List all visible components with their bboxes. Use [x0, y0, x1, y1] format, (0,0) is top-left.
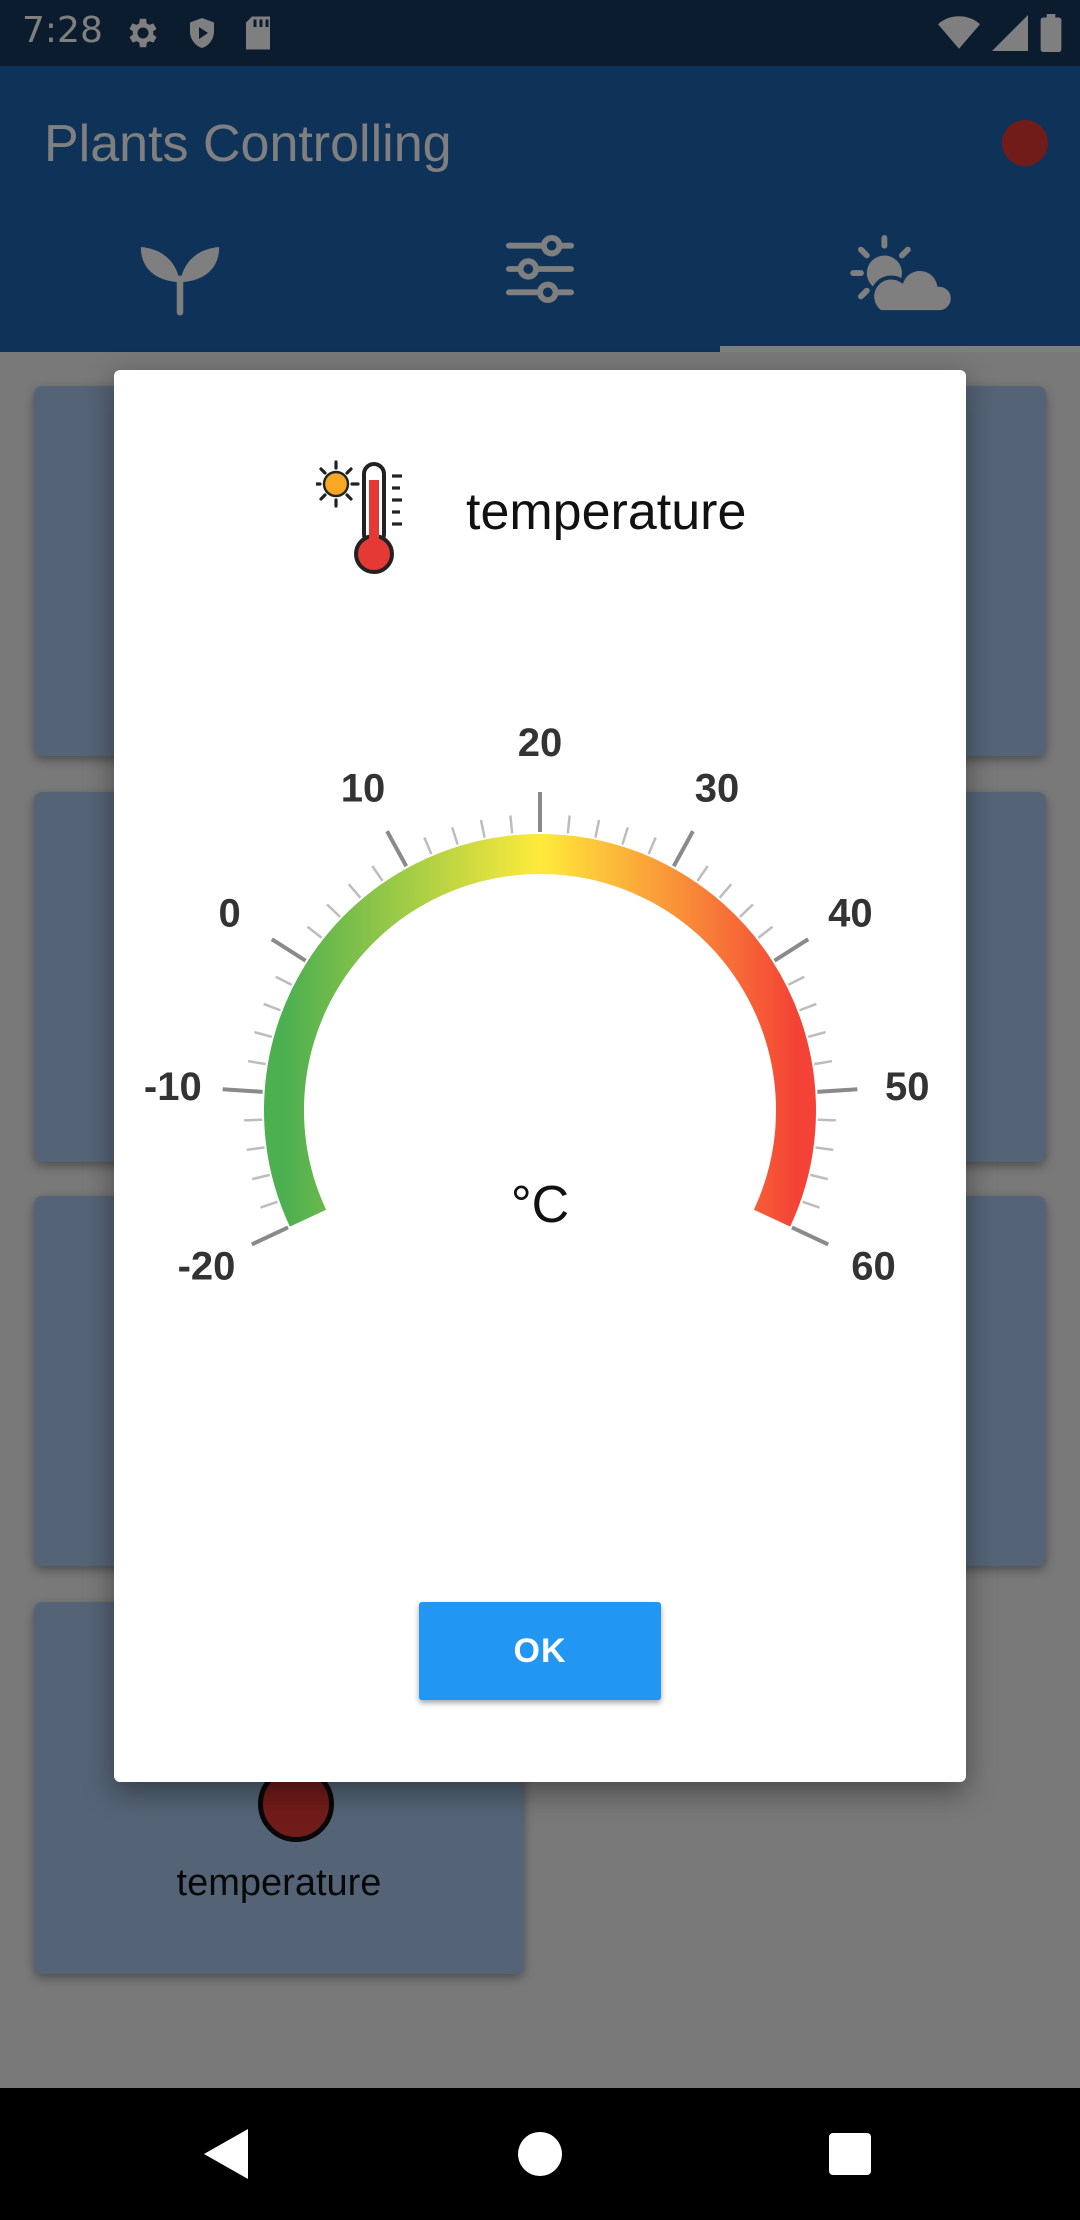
gauge-minor-tick — [757, 925, 774, 939]
gauge-minor-tick — [509, 815, 514, 834]
gauge-tick-label: 30 — [695, 766, 740, 810]
gauge-tick-label: 40 — [828, 891, 873, 935]
gauge-major-tick — [671, 830, 695, 868]
gauge-minor-tick — [260, 1200, 278, 1209]
gauge-minor-tick — [251, 1173, 270, 1181]
gauge-minor-tick — [787, 975, 805, 986]
gauge-minor-tick — [621, 826, 629, 845]
gauge-minor-tick — [799, 1002, 817, 1012]
gauge-minor-tick — [647, 837, 657, 855]
gauge-major-tick — [773, 937, 810, 963]
gauge-unit-label: °C — [511, 1176, 569, 1234]
gauge-minor-tick — [739, 903, 754, 918]
gauge-minor-tick — [594, 819, 601, 838]
gauge-major-tick — [817, 1087, 858, 1094]
gauge-minor-tick — [247, 1059, 267, 1066]
gauge-minor-tick — [347, 883, 362, 899]
gauge-minor-tick — [817, 1118, 836, 1122]
temperature-gauge: -20 -10 0 10 20 30 40 50 60 °C — [144, 721, 930, 1289]
gauge-minor-tick — [813, 1059, 833, 1066]
gauge-major-tick — [791, 1225, 830, 1247]
gauge-minor-tick — [696, 865, 709, 882]
gauge-minor-tick — [246, 1146, 265, 1152]
gauge-minor-tick — [326, 903, 341, 918]
gauge-minor-tick — [802, 1200, 820, 1209]
gauge-tick-label: 10 — [341, 766, 386, 810]
gauge-minor-tick — [807, 1030, 826, 1039]
gauge-tick-label: -10 — [144, 1065, 202, 1109]
gauge-minor-tick — [254, 1030, 273, 1039]
gauge-tick-label: 20 — [518, 721, 563, 765]
gauge-major-tick — [222, 1087, 263, 1094]
nav-home-button[interactable] — [508, 2122, 572, 2186]
gauge-minor-tick — [263, 1002, 281, 1012]
recents-icon — [829, 2133, 871, 2175]
temperature-dialog: temperature -20 -10 0 10 20 30 40 50 60 °C OK — [114, 370, 966, 1782]
nav-back-button[interactable] — [194, 2122, 258, 2186]
gauge-minor-tick — [815, 1146, 834, 1152]
gauge-minor-tick — [371, 865, 384, 882]
gauge-minor-tick — [423, 837, 433, 855]
nav-recents-button[interactable] — [818, 2122, 882, 2186]
gauge-tick-label: 50 — [885, 1065, 930, 1109]
ok-button[interactable]: OK — [419, 1602, 661, 1700]
gauge-color-arc — [264, 834, 816, 1227]
gauge-minor-tick — [810, 1173, 829, 1181]
gauge-tick-label: 60 — [851, 1245, 896, 1289]
gauge-minor-tick — [306, 925, 323, 939]
gauge-minor-tick — [479, 819, 486, 838]
gauge-tick-label: 0 — [219, 891, 241, 935]
home-icon — [518, 2132, 562, 2176]
gauge-major-tick — [385, 830, 409, 868]
thermometer-sun-icon — [316, 460, 402, 574]
gauge-major-tick — [270, 937, 307, 963]
gauge-minor-tick — [275, 975, 293, 986]
back-icon — [204, 2129, 248, 2179]
navigation-bar — [0, 2088, 1080, 2220]
gauge-minor-tick — [566, 815, 571, 834]
gauge-major-tick — [250, 1225, 289, 1247]
dialog-title: temperature — [466, 483, 747, 541]
gauge-tick-label: -20 — [178, 1245, 236, 1289]
gauge-minor-tick — [244, 1118, 263, 1122]
gauge-minor-tick — [451, 826, 459, 845]
gauge-minor-tick — [718, 883, 733, 899]
